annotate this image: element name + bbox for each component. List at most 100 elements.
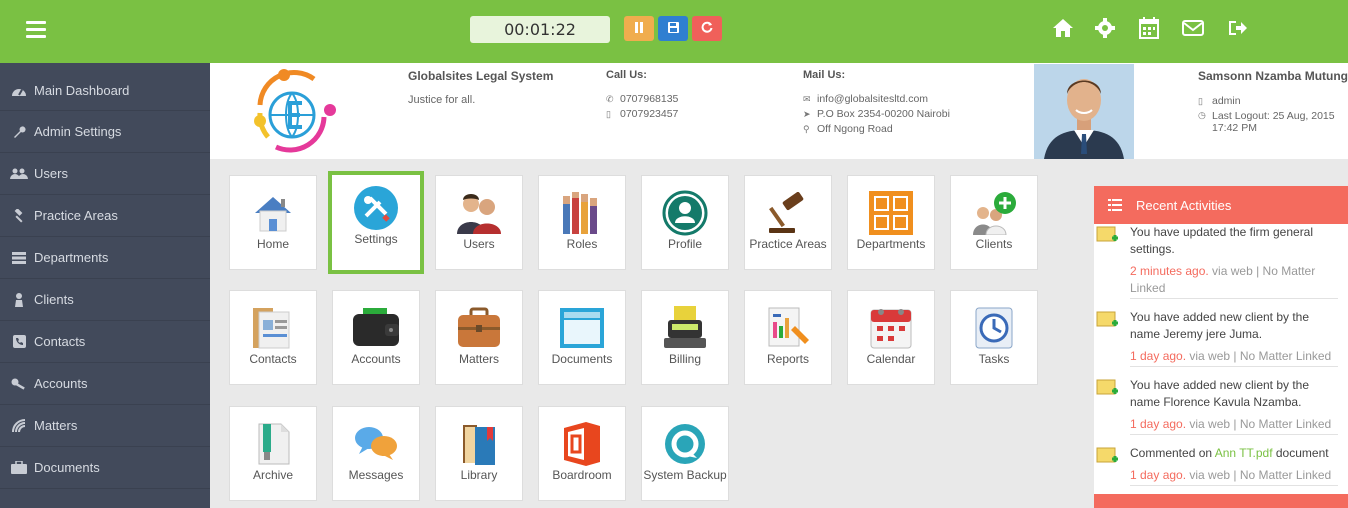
calendar-icon[interactable] — [1136, 15, 1162, 41]
menu-toggle-icon[interactable] — [26, 21, 46, 39]
sidebar: Main Dashboard Admin Settings Users Prac… — [0, 63, 210, 508]
users-icon — [457, 194, 501, 234]
tile-boardroom[interactable]: Boardroom — [538, 406, 626, 501]
tile-label: Roles — [566, 237, 598, 251]
documents-icon — [560, 308, 604, 348]
note-icon — [1096, 226, 1118, 242]
activity-file-link[interactable]: Ann TT.pdf — [1215, 446, 1273, 460]
tile-label: Documents — [551, 352, 613, 366]
tile-label: Departments — [856, 237, 926, 251]
tile-contacts[interactable]: Contacts — [229, 290, 317, 385]
library-icon — [463, 425, 495, 465]
tile-settings[interactable]: Settings — [328, 171, 424, 274]
last-logout-time: 17:42 PM — [1212, 122, 1257, 134]
sidebar-item-documents[interactable]: Documents — [0, 447, 210, 489]
tile-label: Messages — [348, 468, 404, 482]
tile-label: Clients — [975, 237, 1013, 251]
save-button[interactable] — [658, 16, 688, 41]
sidebar-item-users[interactable]: Users — [0, 153, 210, 195]
activity-time: 1 day ago. — [1130, 417, 1187, 431]
sidebar-item-label: Main Dashboard — [34, 83, 130, 98]
signal-icon — [10, 418, 28, 433]
send-icon: ➤ — [803, 108, 811, 119]
activity-time: 1 day ago. — [1130, 349, 1187, 363]
phone-number-1: 0707968135 — [620, 93, 679, 105]
departments-icon — [869, 191, 913, 235]
boardroom-icon — [564, 422, 600, 466]
module-grid: Home Settings Users Roles Profile Practi… — [210, 159, 1090, 508]
sidebar-item-matters[interactable]: Matters — [0, 405, 210, 447]
sidebar-item-accounts[interactable]: Accounts — [0, 363, 210, 405]
refresh-button[interactable] — [692, 16, 722, 41]
roles-icon — [563, 192, 597, 234]
clock-icon: ◷ — [1198, 110, 1206, 120]
sidebar-item-practice-areas[interactable]: Practice Areas — [0, 195, 210, 237]
sidebar-item-label: Users — [34, 166, 68, 181]
home-icon[interactable] — [1050, 15, 1076, 41]
sidebar-item-departments[interactable]: Departments — [0, 237, 210, 279]
mobile-icon: ▯ — [606, 108, 611, 119]
sidebar-item-label: Contacts — [34, 334, 86, 349]
tile-library[interactable]: Library — [435, 406, 523, 501]
key-icon — [10, 377, 28, 391]
tile-home[interactable]: Home — [229, 175, 317, 270]
sidebar-item-contacts[interactable]: Contacts — [0, 321, 210, 363]
mail-us-heading: Mail Us: — [803, 69, 846, 81]
recent-activities-header: Recent Activities — [1094, 186, 1348, 224]
activity-source: via web | No Matter Linked — [1186, 349, 1332, 363]
tile-label: Home — [256, 237, 289, 251]
mail-us-block: Mail Us: ✉ info@globalsitesltd.com ➤ P.O B… — [803, 69, 950, 135]
sidebar-item-clients[interactable]: Clients — [0, 279, 210, 321]
last-logout: Last Logout: 25 Aug, 2015 — [1212, 110, 1335, 122]
tile-messages[interactable]: Messages — [332, 406, 420, 501]
top-bar: 00:01:22 — [0, 0, 1348, 63]
tile-label: Matters — [458, 352, 499, 366]
sidebar-item-admin-settings[interactable]: Admin Settings — [0, 111, 210, 153]
activity-time: 2 minutes ago. — [1130, 264, 1209, 278]
tile-clients[interactable]: Clients — [950, 175, 1038, 270]
user-avatar[interactable] — [1034, 64, 1134, 159]
bookmark-icon: ▯ — [1198, 95, 1203, 106]
tile-accounts[interactable]: Accounts — [332, 290, 420, 385]
pause-button[interactable] — [624, 16, 654, 41]
email-address[interactable]: info@globalsitesltd.com — [817, 93, 928, 105]
firm-tagline: Justice for all. — [408, 94, 476, 106]
tile-system-backup[interactable]: System Backup — [641, 406, 729, 501]
tile-reports[interactable]: Reports — [744, 290, 832, 385]
sidebar-item-main-dashboard[interactable]: Main Dashboard — [0, 63, 210, 111]
tile-users[interactable]: Users — [435, 175, 523, 270]
gavel-icon — [10, 208, 28, 223]
activity-source: via web | No Matter Linked — [1186, 417, 1332, 431]
phone-icon: ✆ — [606, 93, 614, 104]
refresh-icon — [701, 21, 713, 33]
tile-archive[interactable]: Archive — [229, 406, 317, 501]
tile-departments[interactable]: Departments — [847, 175, 935, 270]
tile-tasks[interactable]: Tasks — [950, 290, 1038, 385]
tile-billing[interactable]: Billing — [641, 290, 729, 385]
tile-label: Archive — [252, 468, 293, 482]
activity-time: 1 day ago. — [1130, 468, 1187, 482]
tile-label: Users — [463, 237, 495, 251]
archive-icon — [258, 423, 290, 465]
billing-icon — [664, 306, 706, 348]
tile-matters[interactable]: Matters — [435, 290, 523, 385]
envelope-icon: ✉ — [803, 93, 811, 104]
tile-label: Accounts — [351, 352, 401, 366]
logout-icon[interactable] — [1225, 15, 1251, 41]
tile-roles[interactable]: Roles — [538, 175, 626, 270]
tile-practice-areas[interactable]: Practice Areas — [744, 175, 832, 270]
mail-icon[interactable] — [1180, 15, 1206, 41]
dashboard-icon — [10, 84, 28, 98]
gavel-icon — [769, 192, 804, 233]
tile-calendar[interactable]: Calendar — [847, 290, 935, 385]
sidebar-item-label: Clients — [34, 292, 74, 307]
tile-documents[interactable]: Documents — [538, 290, 626, 385]
floppy-icon — [667, 22, 679, 33]
session-timer: 00:01:22 — [470, 16, 610, 43]
home-icon — [255, 197, 291, 232]
tile-profile[interactable]: Profile — [641, 175, 729, 270]
user-info-block: Samsonn Nzamba Mutungi ▯ admin ◷ Last Logo… — [1198, 69, 1348, 134]
gear-icon[interactable] — [1092, 15, 1118, 41]
wrench-icon — [10, 125, 28, 139]
po-box: P.O Box 2354-00200 Nairobi — [817, 108, 950, 120]
